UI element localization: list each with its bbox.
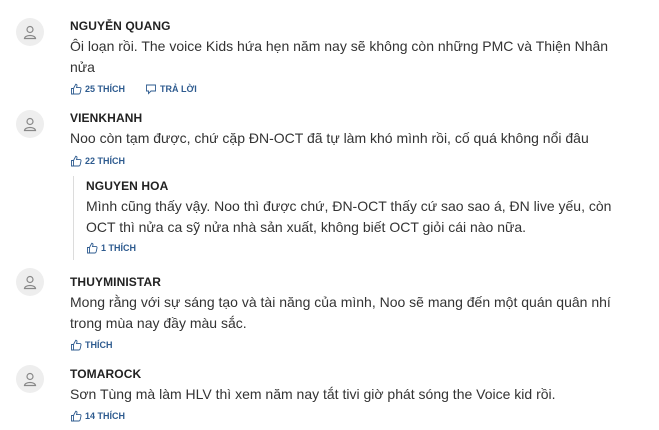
thumbs-up-icon	[71, 410, 82, 422]
like-button[interactable]: 22 THÍCH	[70, 155, 125, 167]
comment-actions: 14 THÍCH	[70, 410, 125, 422]
like-button[interactable]: THÍCH	[70, 339, 113, 351]
reply-icon	[146, 84, 156, 95]
like-button[interactable]: 14 THÍCH	[70, 410, 125, 422]
comment-actions: 25 THÍCH TRẢ LỜI	[70, 83, 197, 95]
avatar	[16, 110, 44, 138]
avatar	[16, 268, 44, 296]
user-icon	[23, 117, 37, 132]
comment-text: Sơn Tùng mà làm HLV thì xem năm nay tắt …	[70, 386, 556, 402]
thumbs-up-icon	[87, 242, 98, 254]
comment-text: Ôi loạn rồi. The voice Kids hứa hẹn năm …	[70, 38, 609, 75]
user-icon	[23, 372, 37, 387]
comment-actions: THÍCH	[70, 339, 113, 351]
comment-actions: 22 THÍCH	[70, 155, 125, 167]
user-icon	[23, 25, 37, 40]
comment-author[interactable]: TOMAROCK	[70, 367, 141, 381]
user-icon	[23, 275, 37, 290]
reply-button[interactable]: TRẢ LỜI	[145, 83, 197, 95]
like-button[interactable]: 1 THÍCH	[86, 242, 136, 254]
reply-author[interactable]: NGUYEN HOA	[86, 179, 168, 193]
comment-author[interactable]: VIENKHANH	[70, 111, 142, 125]
comment-text: Noo còn tạm được, chứ cặp ĐN-OCT đã tự l…	[70, 130, 589, 146]
comment-author[interactable]: THUYMINISTAR	[70, 275, 161, 289]
avatar	[16, 18, 44, 46]
thumbs-up-icon	[71, 83, 82, 95]
thumbs-up-icon	[71, 339, 82, 351]
like-button[interactable]: 25 THÍCH	[70, 83, 125, 95]
reply-actions: 1 THÍCH	[86, 242, 136, 254]
comment-author[interactable]: NGUYỄN QUANG	[70, 19, 171, 33]
avatar	[16, 365, 44, 393]
reply-thread: NGUYEN HOA Mình cũng thấy vậy. Noo thì đ…	[73, 176, 634, 260]
thumbs-up-icon	[71, 155, 82, 167]
reply-text: Mình cũng thấy vậy. Noo thì được chứ, ĐN…	[86, 198, 612, 235]
comment-text: Mong rằng với sự sáng tạo và tài năng củ…	[70, 294, 611, 331]
